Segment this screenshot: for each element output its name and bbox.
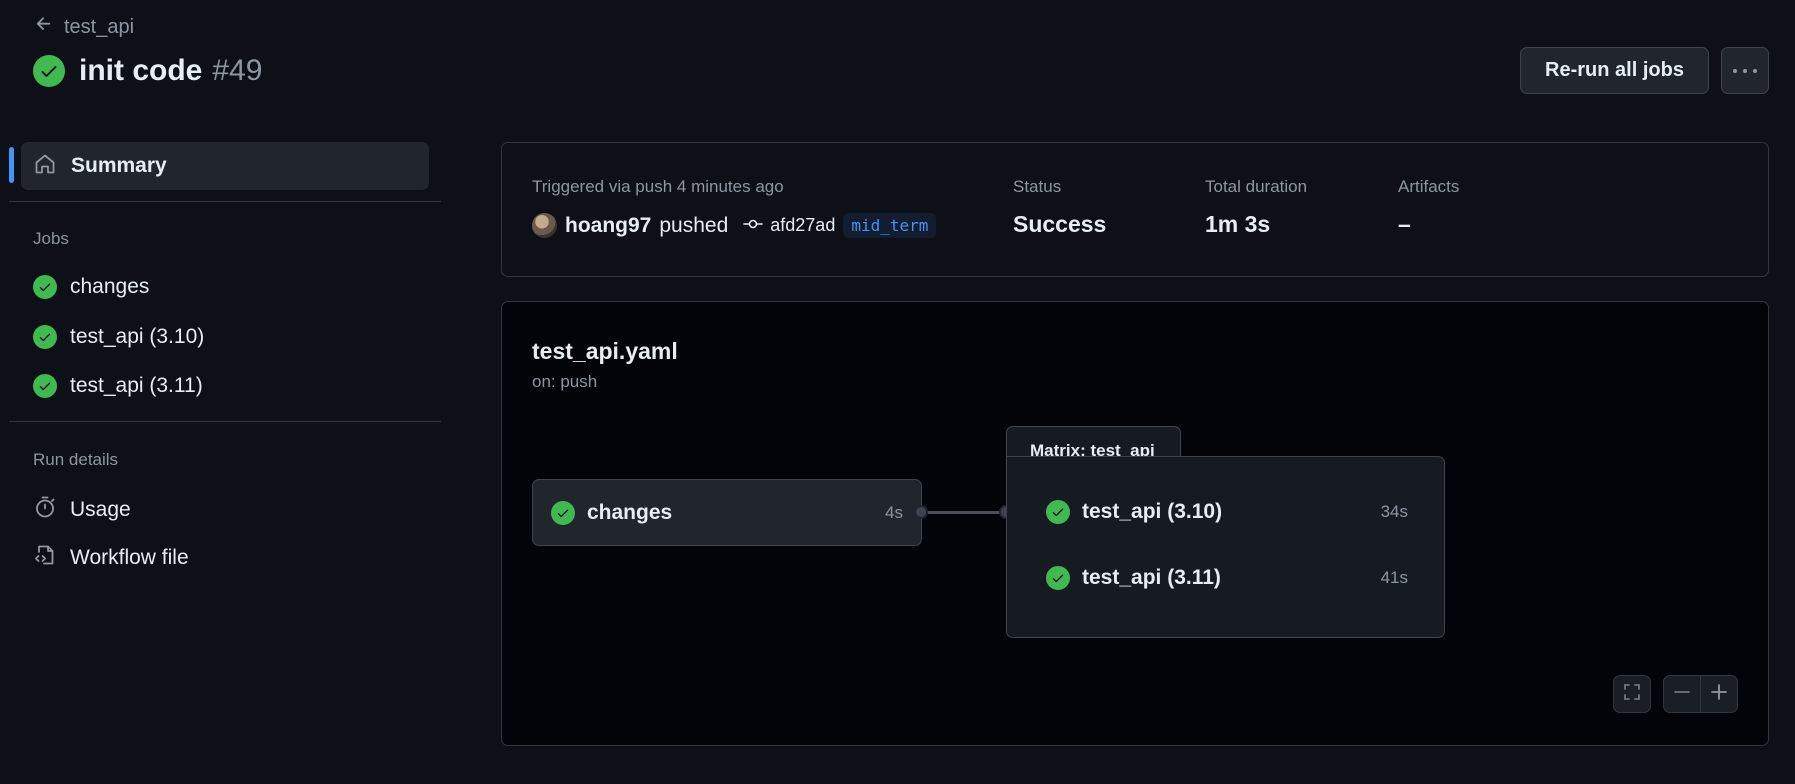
jobs-heading: Jobs bbox=[33, 229, 69, 248]
artifacts-label: Artifacts bbox=[1398, 177, 1460, 196]
stopwatch-icon bbox=[33, 495, 57, 525]
workflow-name: test_api.yaml bbox=[532, 338, 678, 364]
check-circle-icon bbox=[1046, 566, 1070, 590]
workflow-graph-card: test_api.yaml on: push changes 4s Matrix… bbox=[501, 301, 1769, 746]
page-title: init code #49 bbox=[33, 54, 262, 88]
job-name: test_api (3.11) bbox=[1082, 566, 1221, 589]
triggered-text: Triggered via push 4 minutes ago bbox=[532, 177, 784, 196]
zoom-out-button[interactable] bbox=[1663, 675, 1701, 713]
job-duration: 4s bbox=[885, 502, 903, 522]
sidebar-item-summary[interactable]: Summary bbox=[21, 142, 429, 190]
matrix-label: Matrix: test_api bbox=[1006, 426, 1181, 460]
kebab-dot-icon bbox=[1733, 68, 1737, 73]
file-code-icon bbox=[33, 543, 57, 573]
sidebar-divider bbox=[9, 421, 441, 422]
sidebar-item-workflow-file[interactable]: Workflow file bbox=[33, 543, 189, 573]
graph-job-test-api-310[interactable]: test_api (3.10) 34s bbox=[1046, 500, 1408, 524]
check-circle-icon bbox=[33, 325, 57, 349]
status-label: Status bbox=[1013, 177, 1062, 196]
job-duration: 34s bbox=[1380, 502, 1408, 521]
duration-value[interactable]: 1m 3s bbox=[1205, 211, 1270, 238]
check-circle-icon bbox=[551, 500, 575, 525]
artifacts-value: – bbox=[1398, 211, 1411, 237]
sidebar-item-job-test-api-311[interactable]: test_api (3.11) bbox=[33, 374, 203, 398]
check-circle-icon bbox=[1046, 500, 1070, 524]
graph-job-test-api-311[interactable]: test_api (3.11) 41s bbox=[1046, 566, 1408, 590]
sidebar-item-usage[interactable]: Usage bbox=[33, 495, 131, 525]
commit-sha: afd27ad bbox=[770, 215, 836, 235]
check-circle-icon bbox=[33, 275, 57, 299]
actor-link[interactable]: hoang97 bbox=[565, 214, 651, 238]
minus-icon bbox=[1672, 682, 1692, 707]
duration-label: Total duration bbox=[1205, 177, 1308, 196]
graph-connector bbox=[928, 511, 1000, 514]
check-circle-icon bbox=[33, 55, 65, 87]
git-commit-icon bbox=[742, 215, 764, 236]
status-value: Success bbox=[1013, 211, 1107, 237]
home-icon bbox=[33, 152, 57, 181]
sidebar-item-label: test_api (3.10) bbox=[70, 325, 205, 348]
sidebar-item-label: Summary bbox=[71, 154, 167, 177]
more-options-button[interactable] bbox=[1721, 47, 1769, 94]
run-title: init code bbox=[79, 54, 203, 87]
zoom-in-button[interactable] bbox=[1700, 675, 1738, 713]
kebab-dot-icon bbox=[1753, 68, 1757, 73]
run-details-heading: Run details bbox=[33, 450, 119, 469]
check-circle-icon bbox=[33, 374, 57, 398]
fullscreen-button[interactable] bbox=[1613, 675, 1651, 713]
sidebar-item-label: changes bbox=[70, 275, 150, 298]
graph-port bbox=[914, 505, 928, 519]
branch-badge[interactable]: mid_term bbox=[843, 213, 937, 238]
rerun-all-jobs-button[interactable]: Re-run all jobs bbox=[1520, 47, 1709, 94]
job-duration: 41s bbox=[1380, 568, 1408, 587]
sidebar-item-label: Usage bbox=[70, 498, 131, 521]
active-indicator bbox=[9, 147, 14, 183]
sidebar-item-job-changes[interactable]: changes bbox=[33, 275, 149, 299]
job-name: test_api (3.10) bbox=[1082, 500, 1223, 523]
sidebar-divider bbox=[9, 201, 441, 202]
commit-link[interactable]: afd27ad bbox=[742, 215, 835, 236]
sidebar-item-label: Workflow file bbox=[70, 546, 189, 569]
matrix-group bbox=[1006, 456, 1445, 638]
arrow-left-icon bbox=[34, 14, 54, 40]
graph-job-changes[interactable]: changes 4s bbox=[532, 479, 922, 546]
back-link-label: test_api bbox=[64, 15, 135, 38]
fullscreen-icon bbox=[1622, 682, 1642, 707]
workflow-trigger: on: push bbox=[532, 372, 598, 391]
back-link[interactable]: test_api bbox=[34, 14, 134, 40]
job-name: changes bbox=[587, 500, 673, 524]
avatar bbox=[532, 213, 557, 238]
trigger-line: hoang97 pushed afd27ad mid_term bbox=[532, 213, 937, 238]
run-summary-card: Triggered via push 4 minutes ago hoang97… bbox=[501, 142, 1769, 277]
kebab-dot-icon bbox=[1743, 68, 1747, 73]
sidebar-item-label: test_api (3.11) bbox=[70, 374, 203, 397]
plus-icon bbox=[1709, 682, 1729, 707]
action-text: pushed bbox=[659, 213, 729, 237]
run-number: #49 bbox=[212, 54, 263, 87]
sidebar-item-job-test-api-310[interactable]: test_api (3.10) bbox=[33, 325, 204, 349]
